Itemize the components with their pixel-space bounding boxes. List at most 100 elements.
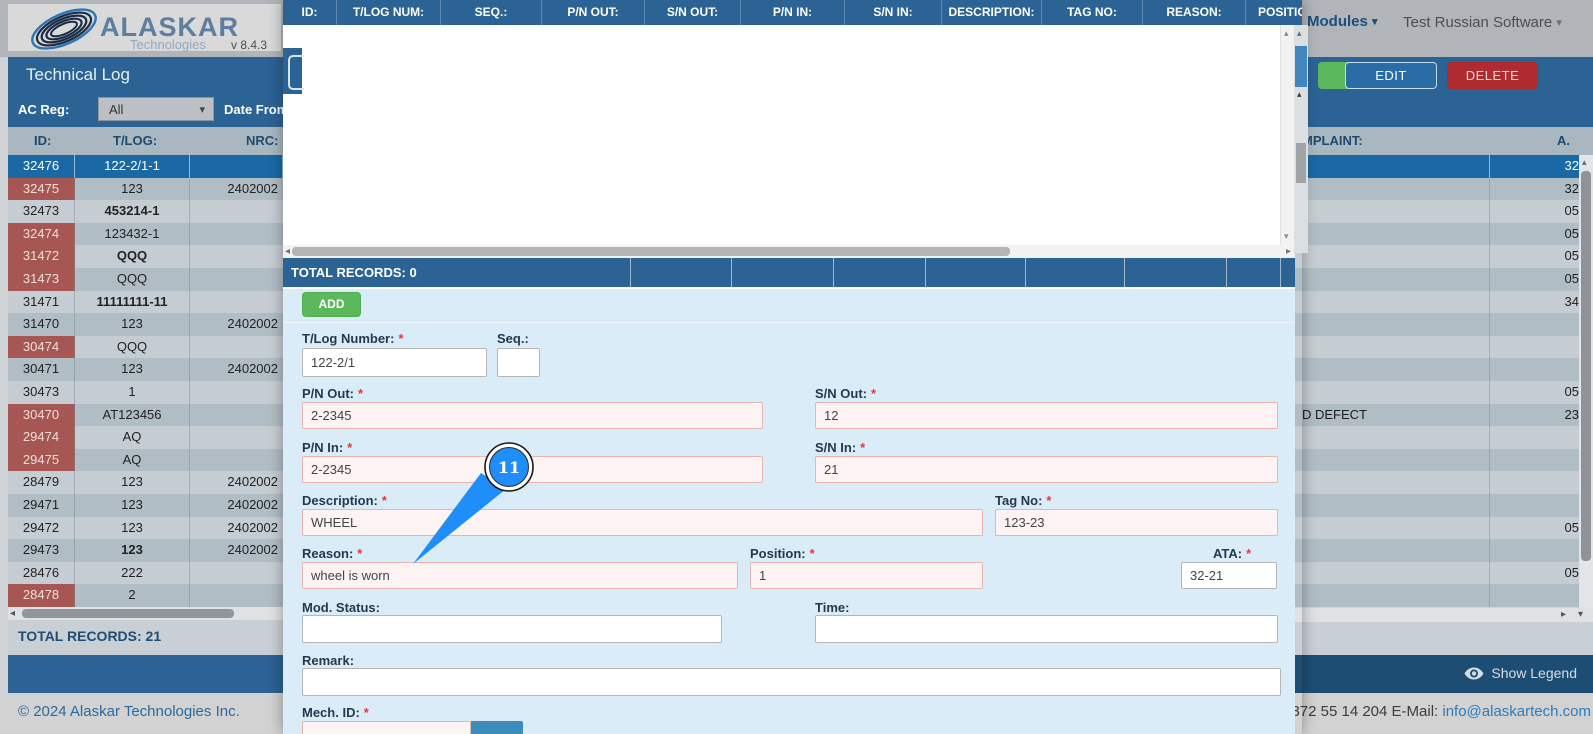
table-cell[interactable] — [1490, 494, 1583, 517]
table-row[interactable]: 29471 123 2402002 — [8, 493, 283, 517]
table-cell[interactable]: 29472 — [8, 516, 75, 540]
table-row[interactable]: 29474 AQ — [8, 426, 283, 449]
table-cell[interactable]: 123 — [75, 516, 190, 540]
table-cell[interactable] — [1295, 313, 1490, 336]
table-row[interactable]: 29473 123 2402002 — [8, 539, 283, 562]
description-input[interactable] — [302, 509, 983, 536]
table-cell[interactable] — [1490, 539, 1583, 562]
table-row[interactable]: 28476 222 — [8, 561, 283, 585]
table-cell[interactable] — [1295, 155, 1490, 178]
table-cell[interactable]: 123 — [75, 358, 190, 381]
table-cell[interactable] — [1490, 336, 1583, 359]
table-cell[interactable]: 2402002 — [190, 313, 283, 336]
column-header-ata[interactable]: A. — [1557, 133, 1570, 148]
table-cell[interactable] — [1295, 290, 1490, 314]
table-cell[interactable]: 31473 — [8, 267, 75, 291]
scrollbar-thumb[interactable] — [292, 247, 1010, 256]
table-cell[interactable]: 05 — [1490, 381, 1583, 404]
table-cell[interactable]: 29474 — [8, 426, 75, 449]
table-row[interactable] — [1295, 335, 1593, 359]
table-cell[interactable] — [190, 200, 283, 223]
table-cell[interactable] — [190, 426, 283, 449]
table-row[interactable] — [1295, 584, 1593, 607]
table-cell[interactable] — [190, 562, 283, 585]
column-header-complaint[interactable]: MPLAINT: — [1302, 133, 1363, 148]
sn-in-input[interactable] — [815, 456, 1278, 483]
table-cell[interactable] — [1295, 584, 1490, 607]
tag-no-input[interactable] — [995, 509, 1278, 536]
table-cell[interactable]: AT123456 — [75, 403, 190, 427]
table-cell[interactable]: 05 — [1490, 200, 1583, 223]
table-cell[interactable]: AQ — [75, 426, 190, 449]
table-cell[interactable]: 32473 — [8, 200, 75, 223]
seq-input[interactable] — [497, 348, 540, 377]
table-cell[interactable]: 222 — [75, 561, 190, 585]
table-row[interactable]: 31473 QQQ — [8, 267, 283, 291]
pn-in-input[interactable] — [302, 456, 763, 483]
modal-column-header[interactable]: P/N IN: — [741, 0, 845, 25]
table-cell[interactable] — [190, 155, 283, 178]
table-row[interactable] — [1295, 471, 1593, 494]
table-cell[interactable] — [1295, 177, 1490, 201]
table-cell[interactable] — [1490, 426, 1583, 449]
table-cell[interactable] — [190, 584, 283, 607]
table-cell[interactable]: 11111111-11 — [75, 290, 190, 314]
remark-input[interactable] — [302, 668, 1281, 696]
table-cell[interactable] — [190, 268, 283, 291]
table-cell[interactable] — [1490, 358, 1583, 381]
table-cell[interactable] — [190, 404, 283, 427]
scroll-up-icon[interactable]: ▴ — [1297, 89, 1302, 100]
table-cell[interactable]: 2402002 — [190, 517, 283, 540]
table-cell[interactable]: 122-2/1-1 — [75, 155, 190, 178]
ac-reg-select[interactable]: All ▾ — [98, 97, 214, 121]
table-cell[interactable]: 31471 — [8, 290, 75, 314]
table-cell[interactable]: 31472 — [8, 245, 75, 268]
table-row[interactable]: 32474 123432-1 — [8, 222, 283, 246]
table-cell[interactable] — [1490, 584, 1583, 607]
table-cell[interactable]: 05 — [1490, 223, 1583, 246]
table-row[interactable] — [1295, 358, 1593, 381]
add-button[interactable]: ADD — [302, 292, 361, 317]
table-cell[interactable]: 32474 — [8, 222, 75, 246]
table-row[interactable]: 28479 123 2402002 — [8, 471, 283, 494]
table-cell[interactable]: 05 — [1490, 245, 1583, 268]
table-cell[interactable] — [1295, 335, 1490, 359]
table-cell[interactable]: 30470 — [8, 403, 75, 427]
modal-column-header[interactable]: REASON: — [1143, 0, 1246, 25]
table-cell[interactable] — [1295, 561, 1490, 585]
pn-out-input[interactable] — [302, 402, 763, 429]
table-cell[interactable] — [1295, 200, 1490, 223]
modal-column-header[interactable]: DESCRIPTION: — [942, 0, 1042, 25]
table-cell[interactable]: QQQ — [75, 267, 190, 291]
table-cell[interactable] — [1295, 222, 1490, 246]
scroll-up-icon[interactable]: ▴ — [1297, 28, 1302, 39]
table-cell[interactable] — [1295, 516, 1490, 540]
scroll-left-icon[interactable]: ◂ — [285, 245, 290, 258]
table-cell[interactable]: D DEFECT — [1295, 403, 1490, 427]
table-row[interactable]: 05 — [1295, 245, 1593, 268]
table-row[interactable]: 30473 1 — [8, 380, 283, 404]
table-cell[interactable]: 2402002 — [190, 471, 283, 494]
scrollbar-thumb[interactable] — [22, 609, 234, 618]
column-header-id[interactable]: ID: — [34, 133, 51, 148]
table-cell[interactable]: 32476 — [8, 155, 75, 178]
delete-button[interactable]: DELETE — [1447, 62, 1538, 89]
table-row[interactable]: 05 — [1295, 200, 1593, 223]
modal-column-header[interactable]: POSITION: — [1246, 0, 1302, 25]
table-row[interactable]: 05 — [1295, 516, 1593, 540]
table-row[interactable]: 32 — [1295, 177, 1593, 201]
table-cell[interactable]: 34 — [1490, 291, 1583, 314]
email-link[interactable]: info@alaskartech.com — [1442, 703, 1591, 720]
table-cell[interactable] — [1295, 493, 1490, 517]
table-row[interactable]: 05 — [1295, 380, 1593, 404]
table-cell[interactable]: 05 — [1490, 517, 1583, 540]
table-cell[interactable]: 123 — [75, 471, 190, 494]
scroll-left-icon[interactable]: ◂ — [10, 607, 15, 620]
table-cell[interactable] — [1490, 449, 1583, 472]
sn-out-input[interactable] — [815, 402, 1278, 429]
table-row[interactable] — [1295, 448, 1593, 472]
mod-status-input[interactable] — [302, 615, 722, 643]
table-cell[interactable] — [1295, 539, 1490, 562]
modal-column-header[interactable]: TAG NO: — [1042, 0, 1143, 25]
scrollbar-thumb[interactable] — [1296, 143, 1306, 183]
